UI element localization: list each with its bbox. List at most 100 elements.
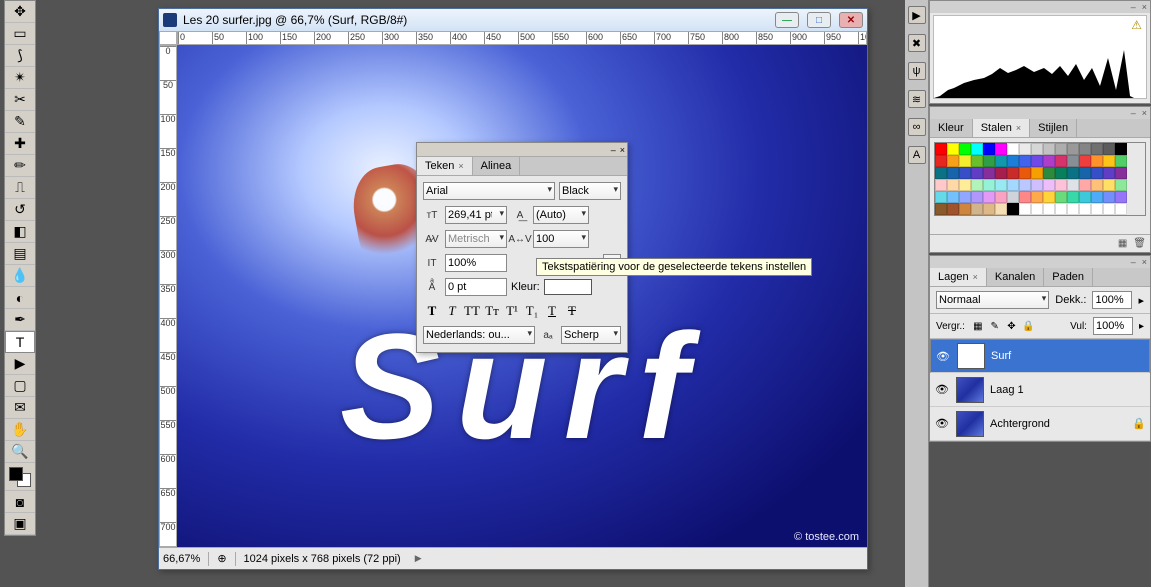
document-titlebar[interactable]: Les 20 surfer.jpg @ 66,7% (Surf, RGB/8#)… — [159, 9, 867, 31]
swatch[interactable] — [983, 203, 995, 215]
crop-tool[interactable]: ✂ — [5, 89, 35, 111]
fill-slider-icon[interactable]: ▸ — [1139, 321, 1144, 332]
swatch[interactable] — [971, 179, 983, 191]
visibility-toggle[interactable]: 👁 — [935, 350, 951, 363]
panel-minimize-icon[interactable]: – — [611, 145, 616, 155]
visibility-toggle[interactable]: 👁 — [934, 417, 950, 430]
superscript-button[interactable]: T¹ — [503, 302, 521, 320]
tab-lagen[interactable]: Lagen× — [930, 268, 987, 286]
type-tool[interactable]: T — [5, 331, 35, 353]
swatch[interactable] — [959, 155, 971, 167]
wand-tool[interactable]: ✴ — [5, 67, 35, 89]
swatch[interactable] — [1067, 167, 1079, 179]
swatch[interactable] — [959, 167, 971, 179]
swatch[interactable] — [1079, 167, 1091, 179]
swatch[interactable] — [995, 179, 1007, 191]
swatch[interactable] — [1103, 191, 1115, 203]
doc-info-icon[interactable]: ⊕ — [217, 552, 226, 565]
swatch[interactable] — [1067, 179, 1079, 191]
swatch[interactable] — [1007, 191, 1019, 203]
blend-mode-select[interactable] — [936, 291, 1049, 309]
tab-kleur[interactable]: Kleur — [930, 119, 973, 137]
swatch[interactable] — [995, 167, 1007, 179]
rail-navigator-icon[interactable]: ▶ — [908, 6, 926, 24]
zoom-field[interactable]: 66,67% — [163, 553, 200, 565]
notes-tool[interactable]: ✉ — [5, 397, 35, 419]
window-maximize[interactable]: □ — [807, 12, 831, 28]
swatch[interactable] — [971, 167, 983, 179]
cache-warning-icon[interactable]: ⚠ — [1131, 18, 1142, 32]
text-color-swatch[interactable] — [544, 279, 592, 295]
swatch[interactable] — [935, 179, 947, 191]
delete-swatch-icon[interactable]: 🗑 — [1133, 238, 1146, 249]
panel-close-icon[interactable]: × — [1142, 257, 1147, 267]
gradient-tool[interactable]: ▤ — [5, 243, 35, 265]
faux-bold-button[interactable]: T — [423, 302, 441, 320]
swatch[interactable] — [1115, 179, 1127, 191]
rail-a-icon[interactable]: A — [908, 146, 926, 164]
swatch[interactable] — [1031, 143, 1043, 155]
faux-italic-button[interactable]: T — [443, 302, 461, 320]
swatch[interactable] — [1067, 155, 1079, 167]
swatch-grid[interactable] — [934, 142, 1146, 216]
swatch[interactable] — [1043, 143, 1055, 155]
layer-thumbnail[interactable] — [956, 377, 984, 403]
swatch[interactable] — [1019, 179, 1031, 191]
dodge-tool[interactable]: ◐ — [5, 287, 35, 309]
status-menu[interactable]: ▶ — [415, 553, 422, 564]
font-family-select[interactable] — [423, 182, 555, 200]
font-size-input[interactable] — [445, 206, 507, 224]
swatch[interactable] — [947, 155, 959, 167]
tab-kanalen[interactable]: Kanalen — [987, 268, 1044, 286]
swatch[interactable] — [1019, 155, 1031, 167]
swatch[interactable] — [983, 143, 995, 155]
opacity-input[interactable] — [1092, 291, 1132, 309]
window-close[interactable]: ✕ — [839, 12, 863, 28]
swatch[interactable] — [1091, 203, 1103, 215]
ruler-horizontal[interactable]: 0501001502002503003504004505005506006507… — [177, 31, 867, 45]
panel-close-icon[interactable]: × — [620, 145, 625, 155]
window-minimize[interactable]: — — [775, 12, 799, 28]
swatch[interactable] — [1115, 143, 1127, 155]
panel-min-icon[interactable]: – — [1131, 257, 1136, 267]
swatch[interactable] — [1031, 191, 1043, 203]
swatch[interactable] — [1007, 155, 1019, 167]
fill-input[interactable] — [1093, 317, 1133, 335]
eyedropper-tool[interactable]: ✎ — [5, 111, 35, 133]
marquee-tool[interactable]: ▭ — [5, 23, 35, 45]
lock-transparent-icon[interactable]: ▦ — [971, 319, 985, 333]
lasso-tool[interactable]: ⟆ — [5, 45, 35, 67]
swatch[interactable] — [935, 191, 947, 203]
swatch[interactable] — [959, 203, 971, 215]
swatch[interactable] — [1031, 155, 1043, 167]
swatch[interactable] — [1067, 203, 1079, 215]
swatch[interactable] — [947, 167, 959, 179]
swatch[interactable] — [971, 143, 983, 155]
tab-stalen[interactable]: Stalen× — [973, 119, 1030, 137]
swatch[interactable] — [1103, 143, 1115, 155]
swatch[interactable] — [1091, 179, 1103, 191]
swatch[interactable] — [1115, 191, 1127, 203]
swatch[interactable] — [1019, 167, 1031, 179]
swatch[interactable] — [1115, 203, 1127, 215]
layer-row[interactable]: 👁TSurf — [930, 339, 1150, 373]
swatch[interactable] — [1019, 203, 1031, 215]
swatch[interactable] — [1115, 167, 1127, 179]
swatch[interactable] — [995, 143, 1007, 155]
swatch[interactable] — [1055, 167, 1067, 179]
blur-tool[interactable]: 💧 — [5, 265, 35, 287]
swatch[interactable] — [1055, 179, 1067, 191]
swatch[interactable] — [1103, 155, 1115, 167]
swatch[interactable] — [1079, 191, 1091, 203]
layer-thumbnail[interactable]: T — [957, 343, 985, 369]
history-brush-tool[interactable]: ↺ — [5, 199, 35, 221]
swatch[interactable] — [959, 191, 971, 203]
layer-name[interactable]: Laag 1 — [990, 384, 1024, 396]
layer-row[interactable]: 👁Laag 1 — [930, 373, 1150, 407]
quickmask-toggle[interactable]: ◙ — [5, 491, 35, 513]
swatch[interactable] — [983, 155, 995, 167]
screenmode-toggle[interactable]: ▣ — [5, 513, 35, 535]
layer-name[interactable]: Achtergrond — [990, 418, 1050, 430]
path-select-tool[interactable]: ▶ — [5, 353, 35, 375]
brush-tool[interactable]: ✏ — [5, 155, 35, 177]
